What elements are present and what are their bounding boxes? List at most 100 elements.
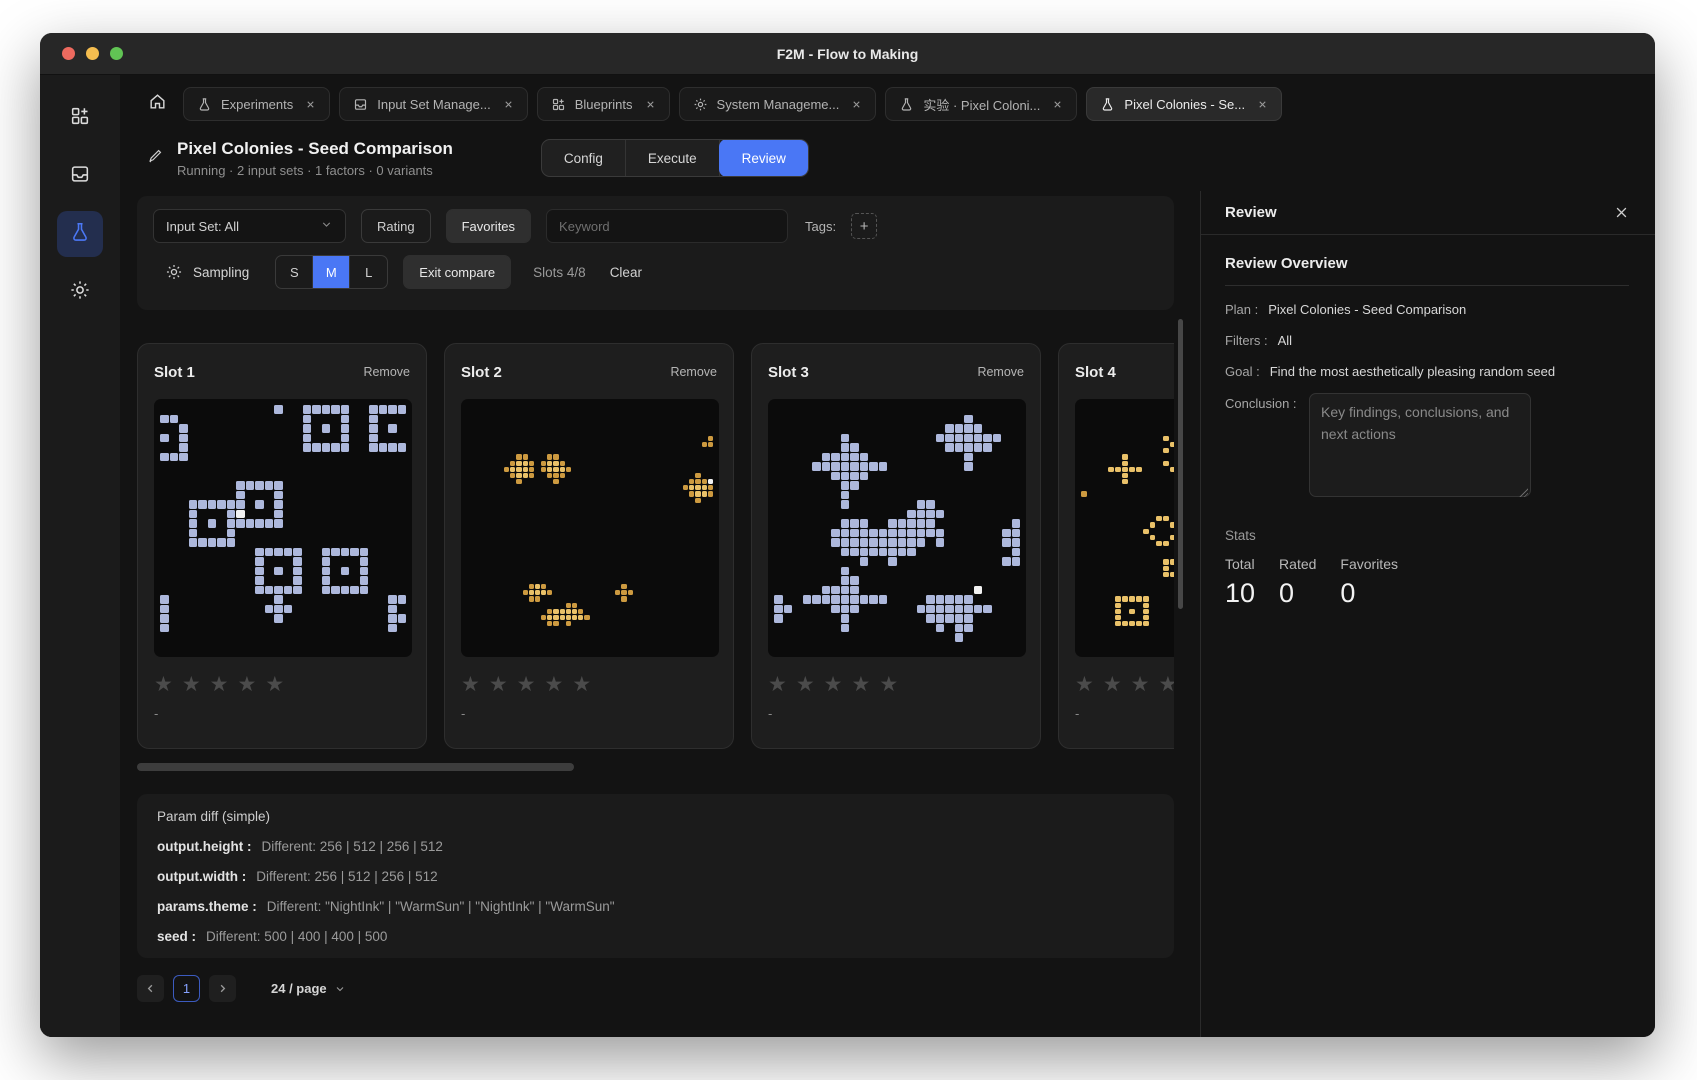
star-rating[interactable]: ★★★★★ xyxy=(1075,673,1174,697)
config-tab[interactable]: Config xyxy=(542,140,626,176)
rating-filter-button[interactable]: Rating xyxy=(361,209,431,243)
remove-slot-button[interactable]: Remove xyxy=(363,365,410,379)
close-icon[interactable] xyxy=(1052,99,1063,110)
star-icon[interactable]: ★ xyxy=(768,673,787,697)
star-icon[interactable]: ★ xyxy=(824,673,843,697)
tab-label: System Manageme... xyxy=(717,97,840,112)
tab-system-management[interactable]: System Manageme... xyxy=(679,87,877,121)
slot-note: - xyxy=(1075,706,1174,721)
pencil-icon xyxy=(147,147,164,169)
tab-strip: Experiments Input Set Manage... Blueprin… xyxy=(120,75,1655,125)
close-icon[interactable] xyxy=(1257,99,1268,110)
star-icon[interactable]: ★ xyxy=(461,673,480,697)
close-icon[interactable] xyxy=(503,99,514,110)
tab-pixel-colonies-seed[interactable]: Pixel Colonies - Se... xyxy=(1086,87,1282,121)
star-icon[interactable]: ★ xyxy=(572,673,591,697)
star-icon[interactable]: ★ xyxy=(1158,673,1174,697)
size-s-button[interactable]: S xyxy=(276,256,313,288)
sidebar-item-settings[interactable] xyxy=(57,269,103,315)
star-icon[interactable]: ★ xyxy=(1103,673,1122,697)
close-icon xyxy=(1614,205,1629,220)
page-subtitle: Running · 2 input sets · 1 factors · 0 v… xyxy=(177,163,453,178)
size-l-button[interactable]: L xyxy=(350,256,387,288)
remove-slot-button[interactable]: Remove xyxy=(977,365,1024,379)
stat-value-favorites: 0 xyxy=(1340,578,1398,609)
remove-slot-button[interactable]: Remove xyxy=(670,365,717,379)
page-number-button[interactable]: 1 xyxy=(173,975,200,1002)
star-icon[interactable]: ★ xyxy=(544,673,563,697)
tags-label: Tags: xyxy=(805,219,836,234)
goal-field: Goal : Find the most aesthetically pleas… xyxy=(1225,364,1629,379)
slot-image[interactable] xyxy=(461,399,719,657)
star-icon[interactable]: ★ xyxy=(517,673,536,697)
review-main-column: Input Set: All Rating Favorites Tags: + … xyxy=(137,191,1174,1037)
sidebar-item-input-sets[interactable] xyxy=(57,153,103,199)
home-button[interactable] xyxy=(140,87,174,121)
page-header: Pixel Colonies - Seed Comparison Running… xyxy=(120,125,1655,191)
page-size-select[interactable]: 24 / page xyxy=(271,981,346,996)
review-tab[interactable]: Review xyxy=(719,139,809,177)
close-panel-button[interactable] xyxy=(1614,205,1629,220)
tab-experiment-pixel-colonies-cn[interactable]: 实验 · Pixel Coloni... xyxy=(885,87,1077,121)
sampling-label: Sampling xyxy=(193,265,249,280)
tab-label: Experiments xyxy=(221,97,293,112)
execute-tab[interactable]: Execute xyxy=(626,140,720,176)
plan-value: Pixel Colonies - Seed Comparison xyxy=(1268,302,1466,317)
tab-experiments[interactable]: Experiments xyxy=(183,87,330,121)
add-tag-button[interactable]: + xyxy=(851,213,877,239)
keyword-input[interactable] xyxy=(546,209,788,243)
chevron-down-icon xyxy=(320,218,333,234)
slot-image[interactable] xyxy=(154,399,412,657)
vertical-scrollbar-thumb[interactable] xyxy=(1178,319,1183,609)
blocks-plus-icon xyxy=(551,97,566,112)
star-icon[interactable]: ★ xyxy=(879,673,898,697)
clear-button[interactable]: Clear xyxy=(610,265,642,280)
slot-card-4: Slot 4 Remove ★★★★★ - xyxy=(1058,343,1174,749)
chevron-right-icon xyxy=(216,982,229,995)
prev-page-button[interactable] xyxy=(137,975,164,1002)
star-icon[interactable]: ★ xyxy=(489,673,508,697)
slot-card-2: Slot 2 Remove ★★★★★ - xyxy=(444,343,734,749)
star-icon[interactable]: ★ xyxy=(265,673,284,697)
next-page-button[interactable] xyxy=(209,975,236,1002)
sidebar-item-blueprints[interactable] xyxy=(57,95,103,141)
slot-image[interactable] xyxy=(1075,399,1174,657)
gear-icon xyxy=(69,279,91,306)
star-rating[interactable]: ★ ★ ★ ★ ★ xyxy=(461,673,717,697)
gear-icon xyxy=(165,263,183,281)
star-icon[interactable]: ★ xyxy=(1131,673,1150,697)
star-rating[interactable]: ★ ★ ★ ★ ★ xyxy=(154,673,410,697)
slot-image[interactable] xyxy=(768,399,1026,657)
horizontal-scrollbar-thumb[interactable] xyxy=(137,763,574,771)
size-m-button[interactable]: M xyxy=(313,256,350,288)
star-rating[interactable]: ★ ★ ★ ★ ★ xyxy=(768,673,1024,697)
tab-label: Blueprints xyxy=(575,97,633,112)
star-icon[interactable]: ★ xyxy=(796,673,815,697)
filters-label: Filters : xyxy=(1225,333,1268,348)
favorites-filter-button[interactable]: Favorites xyxy=(446,209,531,243)
sidebar-item-experiments[interactable] xyxy=(57,211,103,257)
conclusion-label: Conclusion : xyxy=(1225,393,1309,500)
input-set-select[interactable]: Input Set: All xyxy=(153,209,346,243)
close-icon[interactable] xyxy=(645,99,656,110)
exit-compare-button[interactable]: Exit compare xyxy=(403,255,511,289)
conclusion-textarea[interactable] xyxy=(1309,393,1531,497)
plan-label: Plan : xyxy=(1225,302,1258,317)
close-icon[interactable] xyxy=(851,99,862,110)
slot-title: Slot 3 xyxy=(768,364,809,381)
horizontal-scrollbar xyxy=(137,763,1174,771)
review-panel-title: Review xyxy=(1225,204,1277,221)
tab-input-set-management[interactable]: Input Set Manage... xyxy=(339,87,527,121)
star-icon[interactable]: ★ xyxy=(210,673,229,697)
input-set-select-value: Input Set: All xyxy=(166,219,239,234)
star-icon[interactable]: ★ xyxy=(154,673,173,697)
param-value: Different: 256 | 512 | 256 | 512 xyxy=(256,869,437,884)
close-icon[interactable] xyxy=(305,99,316,110)
star-icon[interactable]: ★ xyxy=(1075,673,1094,697)
star-icon[interactable]: ★ xyxy=(237,673,256,697)
star-icon[interactable]: ★ xyxy=(182,673,201,697)
tab-blueprints[interactable]: Blueprints xyxy=(537,87,670,121)
star-icon[interactable]: ★ xyxy=(851,673,870,697)
stats-grid: Total Rated Favorites 10 0 0 xyxy=(1225,556,1398,609)
pagination: 1 24 / page xyxy=(137,975,1174,1002)
